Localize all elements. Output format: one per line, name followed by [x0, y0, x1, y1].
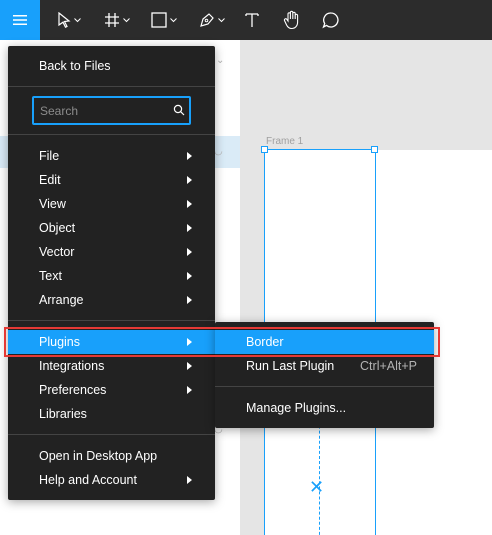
- menu-item-libraries[interactable]: Libraries: [8, 402, 215, 426]
- chevron-right-icon: [187, 296, 192, 304]
- chevron-down-icon: [74, 17, 81, 22]
- rectangle-shape-icon: [151, 12, 167, 28]
- chevron-right-icon: [187, 200, 192, 208]
- menu-divider: [215, 386, 434, 387]
- menu-item-vector[interactable]: Vector: [8, 240, 215, 264]
- hand-icon: [283, 10, 299, 30]
- search-input[interactable]: [40, 98, 168, 123]
- hamburger-menu-icon: [13, 15, 27, 25]
- menu-item-label: Arrange: [39, 293, 84, 307]
- search-icon: [173, 104, 185, 116]
- menu-item-manage-plugins[interactable]: Manage Plugins...: [215, 396, 434, 420]
- menu-divider: [8, 434, 215, 435]
- pen-tool-button[interactable]: [195, 0, 229, 40]
- chevron-down-icon: [170, 17, 177, 22]
- menu-divider: [8, 134, 215, 135]
- text-tool-button[interactable]: [242, 0, 262, 40]
- menu-item-label: View: [39, 197, 66, 211]
- menu-divider: [8, 320, 215, 321]
- highlight-box: [4, 327, 440, 357]
- keyboard-shortcut: Ctrl+Alt+P: [360, 359, 417, 373]
- menu-item-file[interactable]: File: [8, 144, 215, 168]
- center-cross-icon: ✕: [309, 477, 325, 497]
- main-menu-button[interactable]: [0, 0, 40, 40]
- menu-item-label: File: [39, 149, 60, 163]
- comment-icon: [322, 12, 339, 29]
- menu-item-label: Integrations: [39, 359, 105, 373]
- menu-item-preferences[interactable]: Preferences: [8, 378, 215, 402]
- menu-item-edit[interactable]: Edit: [8, 168, 215, 192]
- chevron-right-icon: [187, 362, 192, 370]
- menu-item-integrations[interactable]: Integrations: [8, 354, 215, 378]
- frame-label[interactable]: Frame 1: [266, 136, 303, 147]
- menu-item-text[interactable]: Text: [8, 264, 215, 288]
- move-tool-button[interactable]: [52, 0, 86, 40]
- eye-icon: ◡: [214, 146, 223, 157]
- menu-item-object[interactable]: Object: [8, 216, 215, 240]
- menu-item-open-in-desktop-app[interactable]: Open in Desktop App: [8, 444, 215, 468]
- hand-tool-button[interactable]: [281, 0, 303, 40]
- chevron-down-icon: [218, 17, 225, 22]
- chevron-right-icon: [187, 152, 192, 160]
- move-pointer-icon: [58, 12, 71, 28]
- menu-item-back-to-files[interactable]: Back to Files: [8, 54, 215, 78]
- menu-item-label: Preferences: [39, 383, 107, 397]
- comment-tool-button[interactable]: [320, 0, 342, 40]
- menu-item-label: Text: [39, 269, 62, 283]
- menu-item-label: Run Last Plugin: [246, 359, 335, 373]
- canvas-background: [240, 40, 492, 150]
- chevron-right-icon: [187, 176, 192, 184]
- menu-item-label: Manage Plugins...: [246, 401, 347, 415]
- text-icon: [245, 13, 259, 27]
- frame-hash-icon: [105, 13, 119, 27]
- menu-item-label: Vector: [39, 245, 75, 259]
- menu-item-run-last-plugin[interactable]: Run Last Plugin Ctrl+Alt+P: [215, 354, 434, 378]
- shape-tool-button[interactable]: [146, 0, 182, 40]
- resize-handle[interactable]: [261, 146, 268, 153]
- menu-item-label: Back to Files: [39, 59, 111, 73]
- main-menu: Back to Files File Edit View Object Vect…: [8, 46, 215, 500]
- search-field[interactable]: [32, 96, 191, 125]
- chevron-right-icon: [187, 248, 192, 256]
- pen-icon: [200, 13, 214, 27]
- menu-item-label: Object: [39, 221, 76, 235]
- menu-item-label: Open in Desktop App: [39, 449, 158, 463]
- resize-handle[interactable]: [371, 146, 378, 153]
- menu-item-arrange[interactable]: Arrange: [8, 288, 215, 312]
- chevron-right-icon: [187, 224, 192, 232]
- chevron-down-icon: [123, 17, 130, 22]
- menu-item-label: Edit: [39, 173, 61, 187]
- chevron-down-icon: ⌄: [216, 55, 225, 66]
- chevron-right-icon: [187, 272, 192, 280]
- menu-item-label: Help and Account: [39, 473, 137, 487]
- chevron-right-icon: [187, 476, 192, 484]
- menu-item-view[interactable]: View: [8, 192, 215, 216]
- toolbar: [0, 0, 492, 40]
- menu-item-label: Libraries: [39, 407, 87, 421]
- chevron-right-icon: [187, 386, 192, 394]
- menu-item-help-and-account[interactable]: Help and Account: [8, 468, 215, 492]
- frame-tool-button[interactable]: [100, 0, 134, 40]
- menu-divider: [8, 86, 215, 87]
